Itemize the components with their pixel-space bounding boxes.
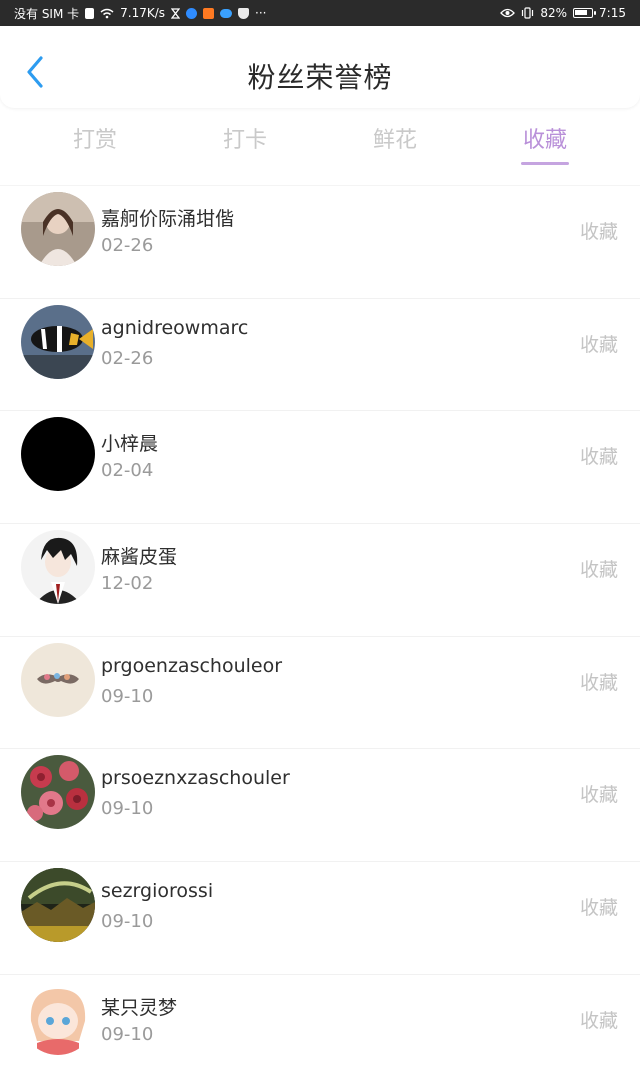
tab-label: 打卡 <box>222 128 267 153</box>
fan-row[interactable]: prgoenzaschouleor 09-10 收藏 <box>0 635 640 749</box>
fan-name: 小梓晨 <box>101 433 159 456</box>
cloud-icon <box>220 8 233 18</box>
girl-photo-avatar[interactable] <box>21 192 95 266</box>
fan-name: prsoeznxzaschouler <box>101 767 290 790</box>
favorite-label: 收藏 <box>579 897 618 920</box>
network-speed: 7.17K/s <box>120 6 166 20</box>
clownfish-avatar[interactable] <box>21 304 95 379</box>
favorite-label: 收藏 <box>579 671 618 694</box>
hourglass-icon <box>171 7 181 19</box>
chibi-girl-avatar[interactable] <box>21 980 95 1055</box>
roses-avatar[interactable] <box>21 755 95 830</box>
tab-flowers[interactable]: 鲜花 <box>320 112 470 168</box>
anime-boy-avatar[interactable] <box>21 530 95 605</box>
fan-name: 嘉舸价际涌坩偕 <box>101 208 235 230</box>
fan-row[interactable]: 麻酱皮蛋 12-02 收藏 <box>0 523 640 636</box>
carrier-text: 没有 SIM 卡 <box>14 6 80 21</box>
black-circle-avatar[interactable] <box>21 417 95 492</box>
location-app-icon <box>186 7 198 19</box>
fan-row[interactable]: agnidreowmarc 02-26 收藏 <box>0 297 640 411</box>
tab-reward[interactable]: 打赏 <box>20 112 170 168</box>
fan-date: 09-10 <box>101 685 154 707</box>
fan-date: 02-04 <box>101 460 154 482</box>
favorite-label: 收藏 <box>579 221 618 243</box>
fan-row[interactable]: 小梓晨 02-04 收藏 <box>0 410 640 523</box>
fan-date: 09-10 <box>101 798 154 820</box>
tab-label: 鲜花 <box>372 128 417 153</box>
tab-checkin[interactable]: 打卡 <box>170 112 320 168</box>
sim-icon <box>85 7 95 19</box>
favorite-label: 收藏 <box>579 333 618 356</box>
page-title: 粉丝荣誉榜 <box>247 61 393 94</box>
status-left: 没有 SIM 卡 7.17K/s ··· <box>14 5 266 22</box>
landscape-avatar[interactable] <box>21 868 95 943</box>
fan-row[interactable]: 嘉舸价际涌坩偕 02-26 收藏 <box>0 185 640 298</box>
top-bar: 粉丝荣誉榜 <box>0 26 640 108</box>
fan-date: 02-26 <box>101 235 154 256</box>
tab-bar: 打赏 打卡 鲜花 收藏 <box>0 112 640 168</box>
fan-date: 02-26 <box>101 347 154 369</box>
battery-fill <box>575 10 588 15</box>
more-notifications: ··· <box>255 6 267 20</box>
fan-row[interactable]: 某只灵梦 09-10 收藏 <box>0 973 640 1066</box>
vibrate-icon <box>522 7 534 19</box>
fan-row[interactable]: prsoeznxzaschouler 09-10 收藏 <box>0 748 640 861</box>
clock: 7:15 <box>599 6 626 20</box>
fan-name: agnidreowmarc <box>101 316 249 339</box>
battery-percent: 82% <box>540 6 568 20</box>
status-right: 82% 7:15 <box>500 6 626 20</box>
active-tab-indicator <box>521 162 569 165</box>
fan-date: 12-02 <box>101 573 154 595</box>
shield-icon <box>238 7 250 19</box>
video-app-icon <box>203 7 215 19</box>
fan-name: sezrgiorossi <box>101 880 214 903</box>
eye-icon <box>500 8 516 18</box>
fan-date: 09-10 <box>101 1023 154 1045</box>
fan-name: 某只灵梦 <box>101 996 178 1019</box>
fan-row[interactable]: sezrgiorossi 09-10 收藏 <box>0 861 640 974</box>
tab-favorite[interactable]: 收藏 <box>470 112 620 168</box>
favorite-label: 收藏 <box>579 1009 618 1032</box>
mustache-avatar[interactable] <box>21 642 95 717</box>
tab-label: 收藏 <box>522 128 567 153</box>
fan-date: 09-10 <box>101 911 154 933</box>
favorite-label: 收藏 <box>579 446 618 469</box>
wifi-icon <box>100 8 114 18</box>
favorite-label: 收藏 <box>579 784 618 807</box>
battery-icon <box>573 8 597 18</box>
fan-name: prgoenzaschouleor <box>101 654 283 677</box>
status-bar: 没有 SIM 卡 7.17K/s ··· 82% 7:15 <box>0 0 640 26</box>
favorite-label: 收藏 <box>579 559 618 582</box>
fan-name: 麻酱皮蛋 <box>101 546 178 569</box>
fan-list: 嘉舸价际涌坩偕 02-26 收藏 agnidreowmarc 02-26 收藏 小梓晨 02-… <box>0 185 640 1066</box>
tab-label: 打赏 <box>72 128 117 153</box>
